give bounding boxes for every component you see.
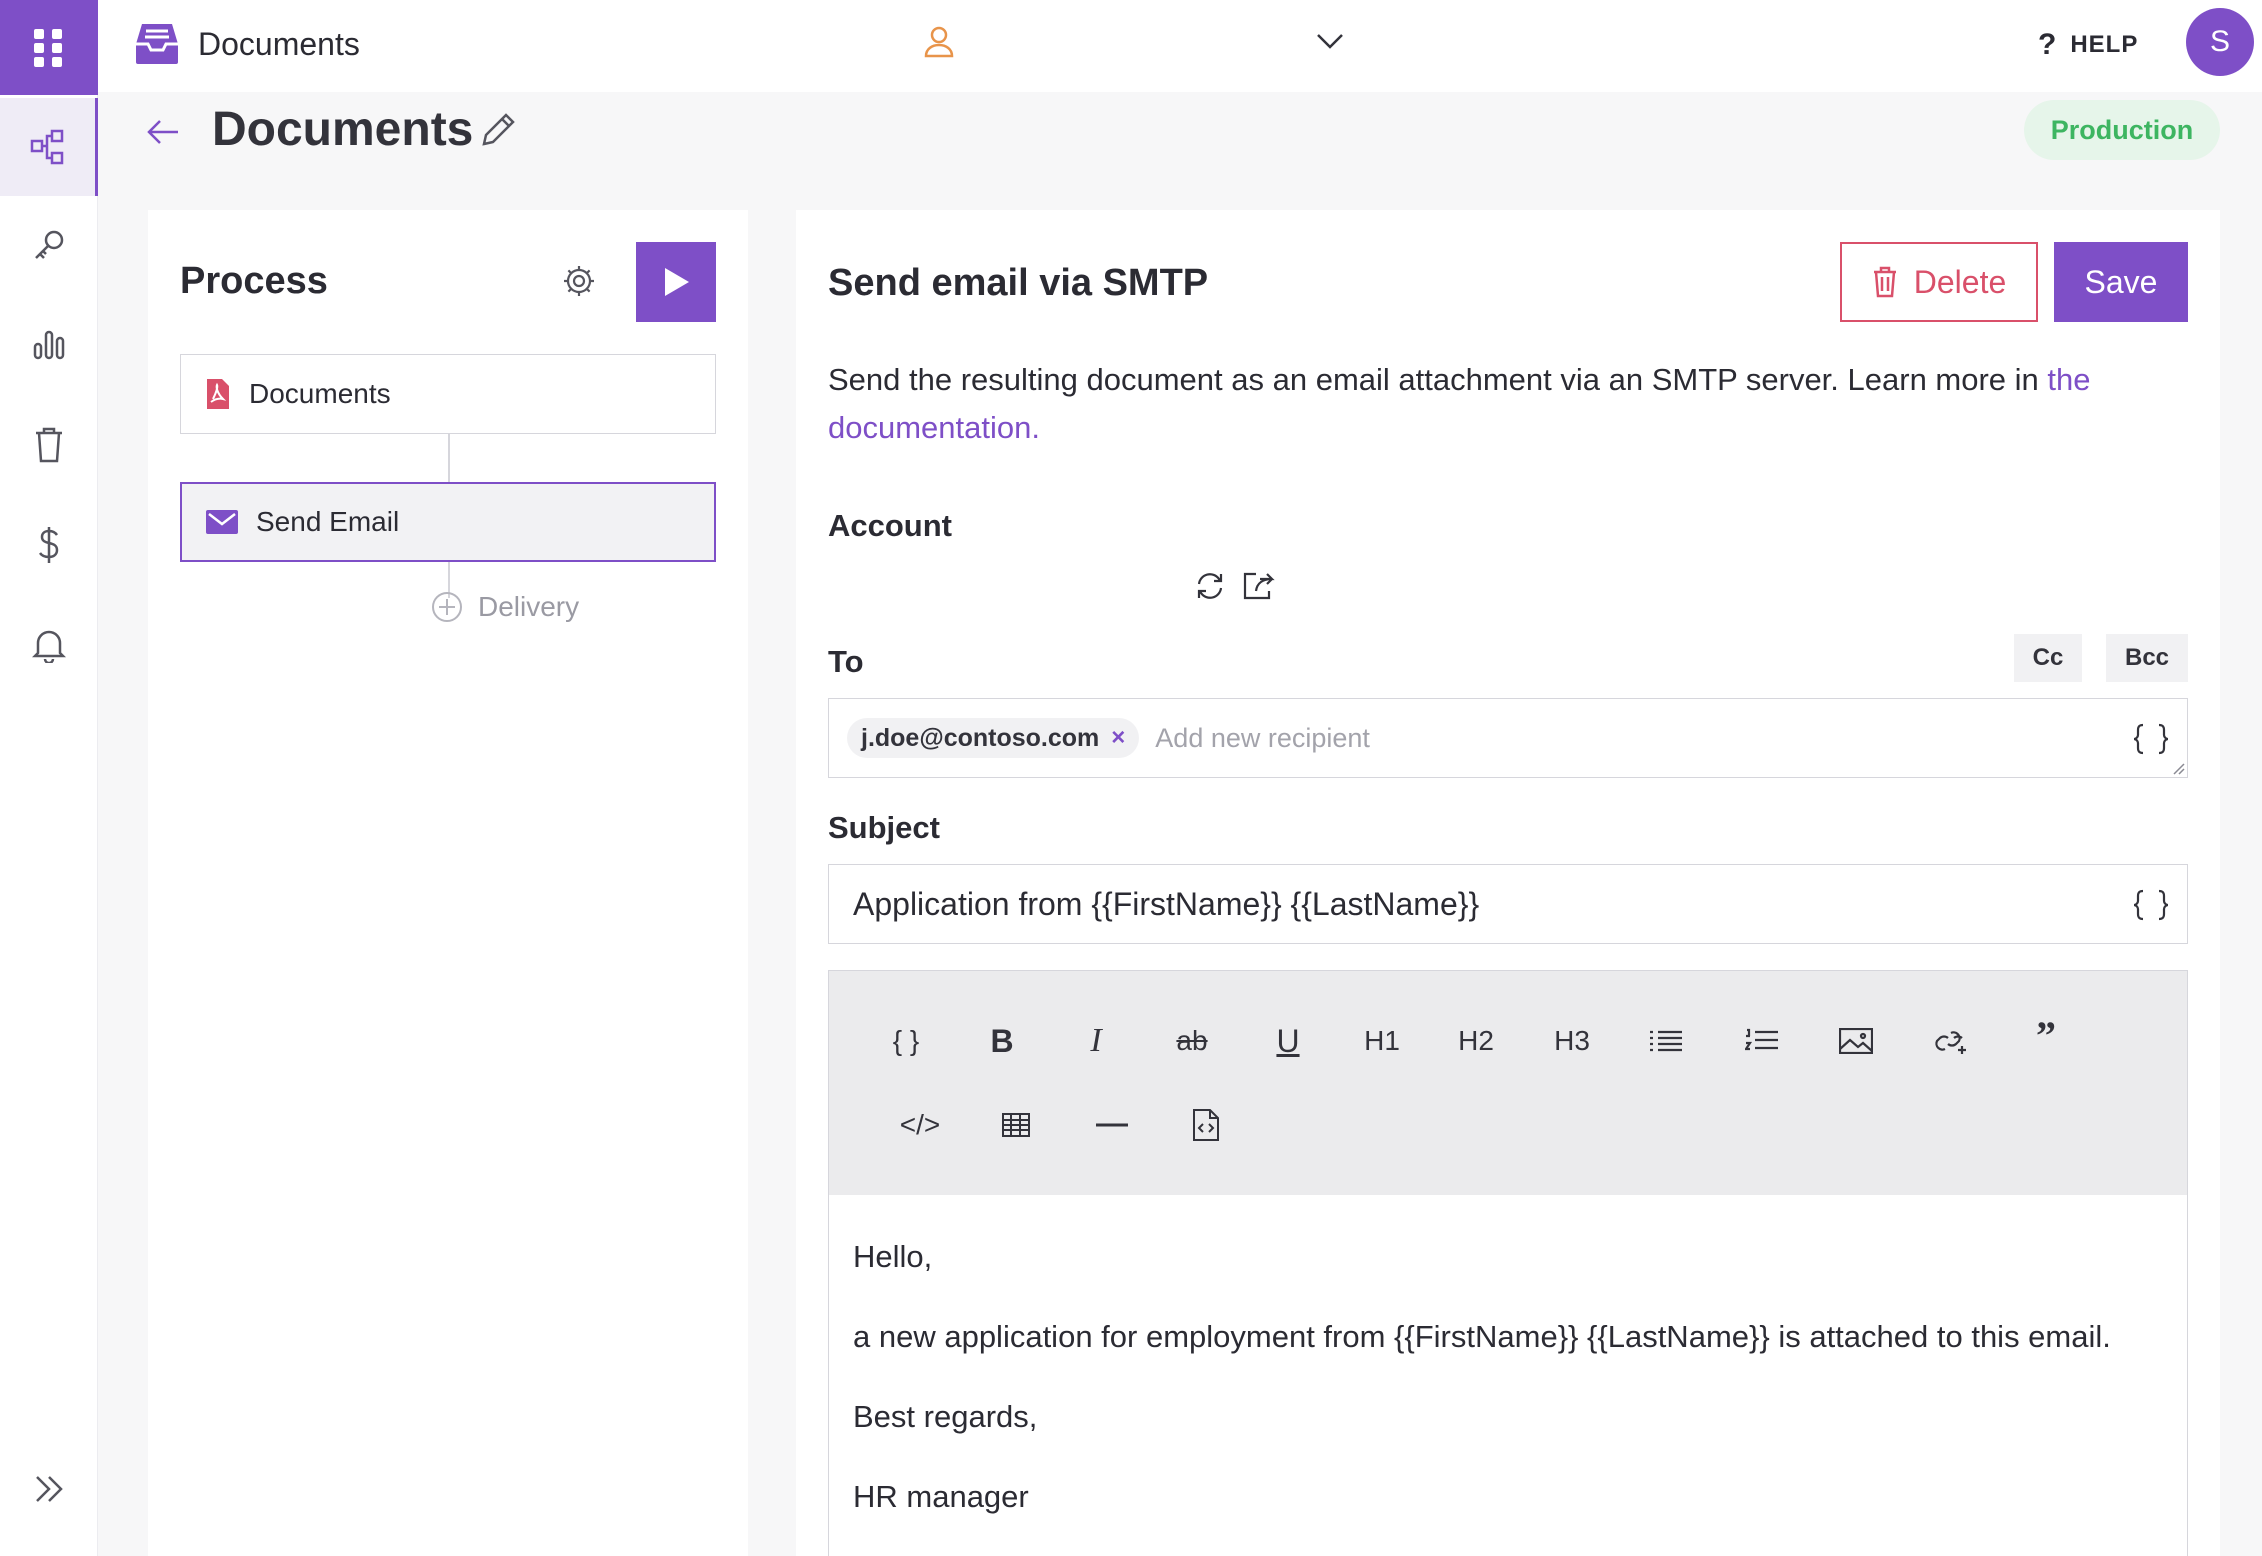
editor-toolbar: { } B I ab U H1 H2 H3 ” </> xyxy=(829,971,2187,1195)
step-send-email[interactable]: Send Email xyxy=(180,482,716,562)
editor-title: Send email via SMTP xyxy=(828,262,1209,304)
bold-button[interactable]: B xyxy=(967,1011,1037,1071)
gear-icon[interactable] xyxy=(562,264,596,298)
subject-field xyxy=(828,864,2188,944)
delivery-label: Delivery xyxy=(478,591,580,622)
delete-button[interactable]: Delete xyxy=(1840,242,2038,322)
delete-label: Delete xyxy=(1913,263,2007,300)
underline-button[interactable]: U xyxy=(1253,1011,1323,1071)
play-icon xyxy=(665,268,689,296)
dollar-icon[interactable] xyxy=(0,496,98,594)
heading1-button[interactable]: H1 xyxy=(1347,1011,1417,1071)
to-label: To xyxy=(828,644,864,679)
trash-icon[interactable] xyxy=(0,396,98,494)
help-icon: ? xyxy=(2038,28,2057,61)
strikethrough-button[interactable]: ab xyxy=(1157,1011,1227,1071)
inbox-tray-icon xyxy=(134,22,180,66)
description: Send the resulting document as an email … xyxy=(828,356,2190,452)
help-link[interactable]: ? HELP xyxy=(2038,28,2138,62)
step-label: Documents xyxy=(249,378,391,409)
save-button[interactable]: Save xyxy=(2054,242,2188,322)
refresh-icon[interactable] xyxy=(1194,570,1226,602)
numbered-list-icon[interactable] xyxy=(1727,1011,1797,1071)
horizontal-rule-icon[interactable] xyxy=(1077,1095,1147,1155)
expand-rail-icon[interactable] xyxy=(0,1440,98,1538)
pencil-icon[interactable] xyxy=(480,112,516,148)
insert-variable-button[interactable]: { } xyxy=(871,1011,941,1071)
user-icon[interactable] xyxy=(924,26,954,58)
link-icon[interactable] xyxy=(1917,1011,1987,1071)
editor-body[interactable]: Hello, a new application for employment … xyxy=(853,1233,2143,1553)
code-button[interactable]: </> xyxy=(885,1095,955,1155)
help-label: HELP xyxy=(2070,31,2139,58)
bullet-list-icon[interactable] xyxy=(1631,1011,1701,1071)
remove-recipient-icon[interactable]: × xyxy=(1111,724,1125,752)
variables-icon[interactable] xyxy=(2133,889,2169,921)
left-rail xyxy=(0,0,98,1556)
rich-text-editor: { } B I ab U H1 H2 H3 ” </> Hello, a new… xyxy=(828,970,2188,1556)
bcc-button[interactable]: Bcc xyxy=(2106,634,2188,682)
editor-panel: Send email via SMTP Delete Save Send the… xyxy=(796,210,2220,1556)
description-text: Send the resulting document as an email … xyxy=(828,362,2048,397)
analytics-icon[interactable] xyxy=(0,296,98,394)
source-file-icon[interactable] xyxy=(1171,1095,1241,1155)
body-closing: Best regards, xyxy=(853,1399,1038,1434)
pdf-icon xyxy=(205,377,231,411)
heading2-button[interactable]: H2 xyxy=(1441,1011,1511,1071)
chevron-down-icon[interactable] xyxy=(1316,32,1344,50)
body-line: a new application for employment from {{… xyxy=(853,1319,2111,1354)
table-icon[interactable] xyxy=(981,1095,1051,1155)
environment-badge: Production xyxy=(2024,100,2220,160)
recipient-email: j.doe@contoso.com xyxy=(861,723,1100,752)
recipient-input[interactable] xyxy=(1155,722,2056,754)
subject-label: Subject xyxy=(828,810,940,845)
quote-button[interactable]: ” xyxy=(2011,1005,2081,1065)
image-icon[interactable] xyxy=(1821,1011,1891,1071)
account-label: Account xyxy=(828,508,952,543)
cc-button[interactable]: Cc xyxy=(2014,634,2082,682)
resize-handle-icon[interactable] xyxy=(2171,761,2185,775)
run-button[interactable] xyxy=(636,242,716,322)
page-title: Documents xyxy=(212,103,474,156)
body-signature: HR manager xyxy=(853,1479,1029,1514)
italic-button[interactable]: I xyxy=(1061,1011,1131,1071)
mail-icon xyxy=(206,510,238,534)
subject-input[interactable] xyxy=(853,885,2053,923)
plus-circle-icon xyxy=(430,590,464,624)
recipient-chip: j.doe@contoso.com × xyxy=(847,718,1140,758)
add-delivery-button[interactable]: Delivery xyxy=(430,590,579,624)
process-title: Process xyxy=(180,260,328,302)
recipients-field: j.doe@contoso.com × xyxy=(828,698,2188,778)
key-icon[interactable] xyxy=(0,196,98,294)
bell-icon[interactable] xyxy=(0,596,98,694)
avatar[interactable]: S xyxy=(2186,8,2254,76)
back-arrow-icon[interactable] xyxy=(146,118,180,146)
step-documents[interactable]: Documents xyxy=(180,354,716,434)
process-panel: Process Documents Send Email Delivery xyxy=(148,210,748,1556)
external-link-icon[interactable] xyxy=(1242,570,1276,602)
step-label: Send Email xyxy=(256,506,400,537)
heading3-button[interactable]: H3 xyxy=(1537,1011,1607,1071)
top-bar: Documents ? HELP S xyxy=(98,0,2262,92)
apps-grid-icon[interactable] xyxy=(0,0,98,95)
app-title: Documents xyxy=(198,26,360,62)
trash-icon xyxy=(1873,266,1896,298)
variables-icon[interactable] xyxy=(2133,723,2169,755)
workflow-icon[interactable] xyxy=(0,98,98,196)
account-actions xyxy=(1194,570,1276,602)
body-greeting: Hello, xyxy=(853,1239,933,1274)
